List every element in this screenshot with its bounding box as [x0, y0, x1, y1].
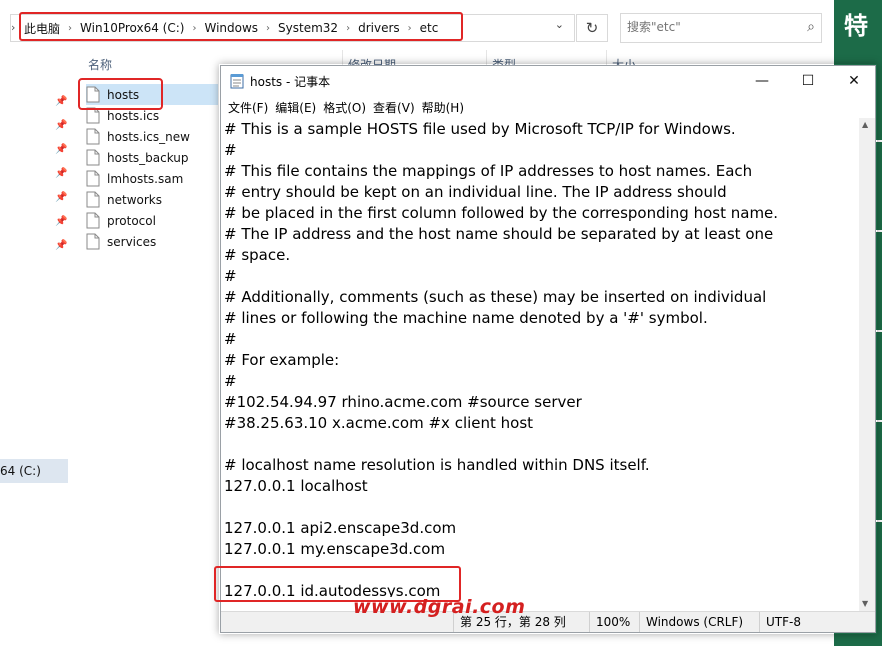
- file-name: hosts.ics_new: [107, 129, 190, 144]
- breadcrumb: 此电脑 › Win10Prox64 (C:) › Windows › System32 › dr…: [21, 15, 441, 41]
- search-box[interactable]: ⌕: [620, 13, 822, 43]
- chevron-right-icon[interactable]: ›: [187, 23, 201, 34]
- menu-item[interactable]: 帮助(H): [421, 99, 470, 116]
- menu-item[interactable]: 编辑(E): [274, 99, 322, 116]
- file-name: lmhosts.sam: [107, 171, 184, 186]
- file-icon: [86, 170, 100, 187]
- breadcrumb-item[interactable]: etc: [417, 21, 442, 35]
- breadcrumb-item[interactable]: 此电脑: [21, 20, 63, 37]
- explorer-address-row: › 此电脑 › Win10Prox64 (C:) › Windows › System32 ›…: [0, 0, 834, 50]
- file-item[interactable]: hosts.ics_new: [86, 126, 218, 147]
- file-name: networks: [107, 192, 162, 207]
- chevron-right-icon[interactable]: ›: [63, 23, 77, 34]
- scroll-up-icon[interactable]: ▲: [862, 120, 868, 129]
- file-icon: [86, 149, 100, 166]
- window-title: hosts - 记事本: [250, 75, 331, 89]
- minimize-icon: —: [755, 73, 769, 89]
- text-editor[interactable]: # This is a sample HOSTS file used by Mi…: [221, 118, 859, 597]
- file-item[interactable]: lmhosts.sam: [86, 168, 218, 189]
- refresh-button[interactable]: ↻: [576, 14, 608, 42]
- breadcrumb-item[interactable]: Windows: [201, 21, 261, 35]
- chevron-right-icon[interactable]: ›: [403, 23, 417, 34]
- nav-item-drive-c[interactable]: 64 (C:): [0, 459, 68, 483]
- close-button[interactable]: ✕: [831, 66, 877, 96]
- file-icon: [86, 212, 100, 229]
- file-item[interactable]: hosts.ics: [86, 105, 218, 126]
- editor-content: # This is a sample HOSTS file used by Mi…: [224, 120, 779, 597]
- file-item[interactable]: protocol: [86, 210, 218, 231]
- pin-icon[interactable]: 📌: [55, 96, 67, 107]
- chevron-right-icon: ›: [11, 21, 16, 34]
- file-icon: [86, 191, 100, 208]
- chevron-right-icon[interactable]: ›: [341, 23, 355, 34]
- address-bar[interactable]: › 此电脑 › Win10Prox64 (C:) › Windows › System32 ›…: [10, 14, 575, 42]
- screen: › 此电脑 › Win10Prox64 (C:) › Windows › System32 ›…: [0, 0, 882, 646]
- file-item[interactable]: hosts: [86, 84, 218, 105]
- file-name: hosts: [107, 87, 140, 102]
- file-icon: [86, 107, 100, 124]
- pin-icon[interactable]: 📌: [55, 240, 67, 251]
- file-name: protocol: [107, 213, 156, 228]
- status-line-ending: Windows (CRLF): [639, 612, 759, 632]
- pin-icon[interactable]: 📌: [55, 192, 67, 203]
- status-zoom: 100%: [589, 612, 639, 632]
- file-icon: [86, 128, 100, 145]
- file-item[interactable]: hosts_backup: [86, 147, 218, 168]
- notepad-window: hosts - 记事本 — ☐ ✕ 文件(F) 编辑(E) 格式(O) 查看(V) 帮助…: [220, 65, 876, 633]
- watermark: www.dgrai.com: [353, 596, 526, 618]
- pin-icon[interactable]: 📌: [55, 216, 67, 227]
- pin-icon[interactable]: 📌: [55, 120, 67, 131]
- vertical-scrollbar[interactable]: ▲ ▼: [859, 118, 875, 611]
- file-name: services: [107, 234, 157, 249]
- column-header-name[interactable]: 名称: [88, 56, 112, 73]
- navigation-pane: 📌 📌 📌 📌 📌 📌 📌 64 (C:): [0, 50, 68, 646]
- file-name: hosts_backup: [107, 150, 189, 165]
- menu-bar: 文件(F) 编辑(E) 格式(O) 查看(V) 帮助(H): [221, 96, 875, 118]
- pin-icon[interactable]: 📌: [55, 144, 67, 155]
- file-item[interactable]: networks: [86, 189, 218, 210]
- file-icon: [86, 86, 100, 103]
- search-input[interactable]: [627, 20, 787, 34]
- chevron-down-icon[interactable]: ⌄: [555, 18, 564, 31]
- search-icon: ⌕: [807, 19, 815, 35]
- file-name: hosts.ics: [107, 108, 160, 123]
- breadcrumb-item[interactable]: drivers: [355, 21, 403, 35]
- minimize-button[interactable]: —: [739, 66, 785, 96]
- maximize-button[interactable]: ☐: [785, 66, 831, 96]
- menu-item[interactable]: 查看(V): [372, 99, 421, 116]
- chevron-right-icon[interactable]: ›: [261, 23, 275, 34]
- scroll-down-icon[interactable]: ▼: [862, 599, 868, 608]
- side-banner-char: 特: [844, 12, 868, 40]
- refresh-icon: ↻: [585, 19, 599, 37]
- breadcrumb-item[interactable]: System32: [275, 21, 341, 35]
- pin-icon[interactable]: 📌: [55, 168, 67, 179]
- file-icon: [86, 233, 100, 250]
- file-item[interactable]: services: [86, 231, 218, 252]
- close-icon: ✕: [848, 73, 860, 89]
- menu-item[interactable]: 格式(O): [322, 99, 372, 116]
- title-bar[interactable]: hosts - 记事本 — ☐ ✕: [221, 66, 875, 96]
- status-bar: 第 25 行，第 28 列 100% Windows (CRLF) UTF-8: [221, 611, 875, 632]
- maximize-icon: ☐: [801, 73, 815, 89]
- notepad-icon: [230, 74, 244, 89]
- status-encoding: UTF-8: [759, 612, 875, 632]
- breadcrumb-item[interactable]: Win10Prox64 (C:): [77, 21, 187, 35]
- menu-item[interactable]: 文件(F): [227, 99, 274, 116]
